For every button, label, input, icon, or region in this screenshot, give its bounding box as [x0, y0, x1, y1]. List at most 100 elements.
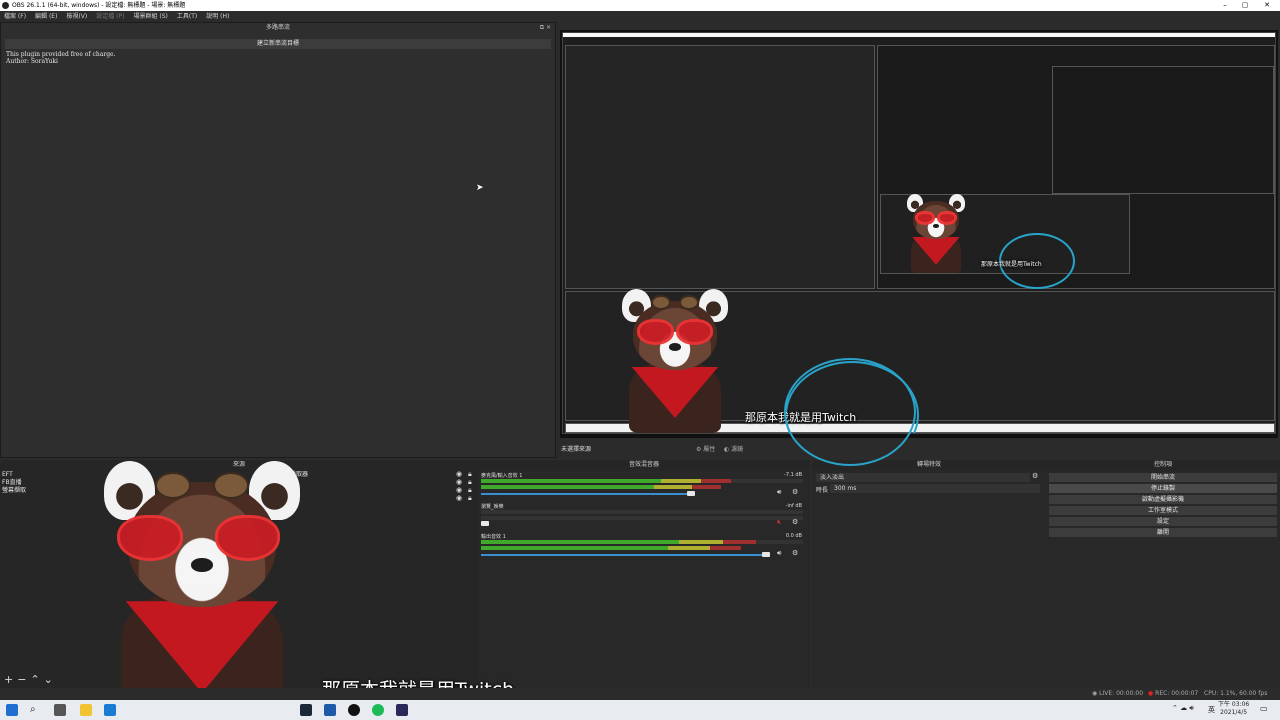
duration-input[interactable]: 300 ms	[830, 484, 1040, 493]
live-time: LIVE: 00:00:00	[1099, 690, 1144, 697]
create-stream-target-button[interactable]: 建立新串流目標	[5, 39, 551, 49]
source-item-eft[interactable]: EFT	[2, 471, 13, 479]
close-button[interactable]: ✕	[1255, 0, 1279, 11]
menu-scene-collection[interactable]: 場景群組 (S)	[133, 11, 167, 22]
channel-level-meter	[481, 485, 721, 489]
visibility-eye-icon[interactable]: ◉	[456, 486, 462, 494]
cpu-usage: CPU: 1.1%, 60.00 fps	[1204, 690, 1268, 697]
visibility-eye-icon[interactable]: ◉	[456, 494, 462, 502]
settings-button[interactable]: 設定	[1049, 517, 1277, 526]
properties-button[interactable]: ⚙ 屬性	[696, 442, 715, 458]
speaker-icon[interactable]: 🔊︎	[777, 549, 781, 558]
windows-start-icon[interactable]	[6, 704, 18, 716]
controls-dock: 控制項 開始串流 停止錄製 啟動虛擬攝影機 工作室模式 設定 離開	[1046, 460, 1280, 688]
red-panda-avatar-small	[615, 283, 735, 433]
menu-bar: 檔案 (F) 編輯 (E) 檢視(V) 設定檔 (P) 場景群組 (S) 工具(…	[0, 11, 1280, 22]
channel-meter-track	[481, 510, 803, 514]
properties-label: 屬性	[703, 446, 716, 453]
lock-icon[interactable]: 🔒︎	[468, 494, 472, 503]
store-icon[interactable]	[104, 704, 116, 716]
clock[interactable]: 下午 03:06 2021/4/5	[1218, 701, 1249, 717]
red-panda-avatar-tiny	[903, 191, 969, 273]
menu-file[interactable]: 檔案 (F)	[4, 11, 26, 22]
exit-button[interactable]: 離開	[1049, 528, 1277, 537]
channel-level-meter	[481, 540, 756, 544]
move-up-button[interactable]: ⌃	[30, 673, 43, 686]
ime-indicator[interactable]: 英	[1208, 705, 1215, 715]
title-bar: OBS 26.1.1 (64-bit, windows) - 設定檔: 無標題 …	[0, 0, 1280, 11]
windows-taskbar: ⌕ ⌃ ☁ 🔊︎ 英 下午 03:06 2021/4/5 ▭	[0, 700, 1280, 720]
transition-select[interactable]: 淡入淡出	[816, 473, 1030, 482]
studio-mode-button[interactable]: 工作室模式	[1049, 506, 1277, 515]
preview-canvas[interactable]: 那原本我就是用Twitch 那原本我就是用Twitch	[560, 30, 1278, 438]
menu-help[interactable]: 說明 (H)	[206, 11, 229, 22]
mixer-channel-db: -7.1 dB	[784, 472, 802, 478]
clock-date: 2021/4/5	[1220, 709, 1248, 716]
audio-mixer-dock: 音效混音器 麥克風/輸入音效 1 -7.1 dB 🔊︎ ⚙ 瀏覽_娛樂 -inf…	[478, 460, 810, 688]
file-explorer-icon[interactable]	[80, 704, 92, 716]
maximize-button[interactable]: ▢	[1233, 0, 1257, 11]
subtitle-nested: 那原本我就是用Twitch	[981, 261, 1042, 268]
plugin-info-line2: Author: SoraYuki	[6, 58, 58, 65]
visibility-eye-icon[interactable]: ◉	[456, 470, 462, 478]
task-view-icon[interactable]	[54, 704, 66, 716]
dock-float-close-icons[interactable]: ⧉ ✕	[540, 23, 551, 33]
mixer-channel-name: 瀏覽_娛樂	[481, 504, 504, 510]
source-toolbar: 未選擇來源 ⚙ 屬性 ◐ 濾鏡	[556, 442, 1280, 458]
source-toolbar-buttons[interactable]: +−⌃⌄	[4, 673, 57, 686]
gear-icon[interactable]: ⚙	[792, 518, 798, 526]
system-tray-icons[interactable]: ⌃ ☁ 🔊︎	[1172, 704, 1194, 713]
volume-slider-knob[interactable]	[762, 552, 770, 557]
mouse-cursor-icon: ➤	[476, 183, 484, 193]
volume-slider-fill	[481, 554, 769, 556]
captured-multistream-dock	[565, 45, 875, 289]
channel-level-meter	[481, 479, 731, 483]
captured-preview-level3	[1052, 66, 1274, 194]
volume-slider-knob[interactable]	[687, 491, 695, 496]
source-item-screen-capture[interactable]: 螢幕擷取	[2, 487, 26, 495]
mixer-channel-name: 輸出音效 1	[481, 534, 506, 540]
volume-slider-fill	[481, 493, 693, 495]
highlight-ring-main	[784, 358, 916, 466]
gear-icon[interactable]: ⚙	[792, 549, 798, 557]
notification-icon[interactable]: ▭	[1260, 704, 1268, 713]
menu-profile[interactable]: 設定檔 (P)	[96, 11, 124, 22]
mixer-channel-name: 麥克風/輸入音效 1	[481, 473, 523, 479]
steam-icon[interactable]	[300, 704, 312, 716]
search-icon[interactable]: ⌕	[30, 704, 42, 716]
app-icon-2[interactable]	[396, 704, 408, 716]
menu-tools[interactable]: 工具(T)	[177, 11, 197, 22]
app-icon[interactable]	[324, 704, 336, 716]
menu-view[interactable]: 檢視(V)	[66, 11, 87, 22]
filters-button[interactable]: ◐ 濾鏡	[724, 442, 743, 458]
multistream-dock: 多路串流 ⧉ ✕ 建立新串流目標 This plugin provided fr…	[0, 22, 556, 458]
channel-meter-track	[481, 516, 803, 520]
volume-slider-knob[interactable]	[481, 521, 489, 526]
rec-time: REC: 00:00:07	[1155, 690, 1199, 697]
muted-speaker-icon[interactable]: 🔇︎	[777, 518, 781, 527]
live-indicator: ◉ LIVE: 00:00:00	[1092, 690, 1144, 697]
start-virtual-camera-button[interactable]: 啟動虛擬攝影機	[1049, 495, 1277, 504]
plugin-info-line1: This plugin provided free of charge.	[6, 51, 116, 58]
source-item-fb-live[interactable]: FB直播	[2, 479, 22, 487]
remove-source-button[interactable]: −	[17, 673, 30, 686]
gear-icon[interactable]: ⚙	[1032, 472, 1038, 480]
visibility-eye-icon[interactable]: ◉	[456, 478, 462, 486]
multistream-dock-title: 多路串流	[265, 24, 290, 31]
obs-taskbar-icon[interactable]	[348, 704, 360, 716]
window-title: OBS 26.1.1 (64-bit, windows) - 設定檔: 無標題 …	[12, 2, 186, 9]
no-source-label: 未選擇來源	[561, 446, 592, 453]
speaker-icon[interactable]: 🔊︎	[777, 488, 781, 497]
add-source-button[interactable]: +	[4, 673, 17, 686]
spotify-icon[interactable]	[372, 704, 384, 716]
clock-time: 下午 03:06	[1218, 701, 1250, 708]
move-down-button[interactable]: ⌄	[44, 673, 57, 686]
start-streaming-button[interactable]: 開始串流	[1049, 473, 1277, 482]
obs-app-icon	[2, 2, 9, 9]
captured-title-bar	[563, 33, 1275, 37]
screen-capture: 那原本我就是用Twitch 那原本我就是用Twitch	[562, 32, 1276, 434]
menu-edit[interactable]: 編輯 (E)	[35, 11, 57, 22]
stop-recording-button[interactable]: 停止錄製	[1049, 484, 1277, 493]
gear-icon[interactable]: ⚙	[792, 488, 798, 496]
channel-level-meter	[481, 546, 741, 550]
